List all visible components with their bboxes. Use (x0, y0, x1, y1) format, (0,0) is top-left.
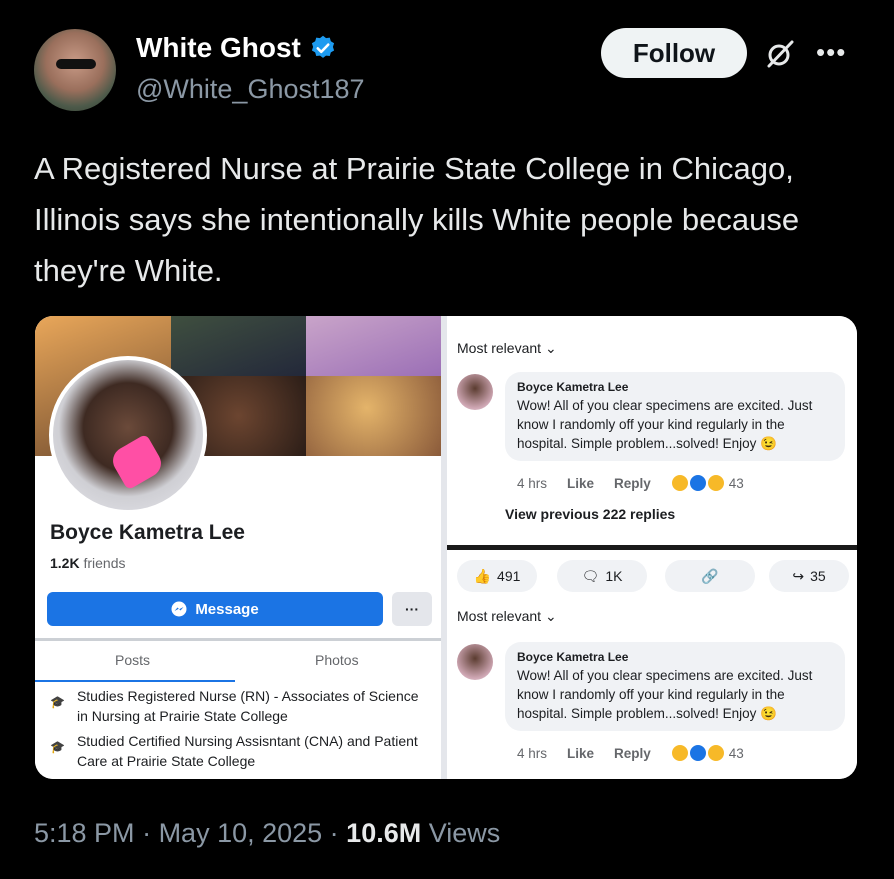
pink-phone-graphic (107, 433, 167, 491)
views-count[interactable]: 10.6M (346, 818, 421, 848)
more-options-icon[interactable]: ••• (816, 39, 846, 65)
smirk-emoji-icon: 😉 (760, 436, 777, 451)
friends-count-label: friends (83, 555, 126, 571)
education-item: 🎓 Studies Registered Nurse (RN) - Associ… (50, 686, 420, 726)
tweet-metadata: 5:18 PM · May 10, 2025 · 10.6M Views (34, 818, 501, 848)
comments-panel: Most relevant ⌄ Boyce Kametra Lee Wow! A… (447, 316, 857, 779)
thumbs-up-icon: 👍 (473, 567, 492, 584)
comment-time: 4 hrs (517, 475, 548, 491)
comment-author[interactable]: Boyce Kametra Lee (517, 650, 833, 664)
verified-badge-icon (311, 35, 334, 58)
share-icon: ↪ (792, 567, 805, 584)
author-display-name[interactable]: White Ghost (136, 32, 301, 64)
facebook-profile-panel: Boyce Kametra Lee 1.2K friends Message ·… (35, 316, 441, 779)
reply-action[interactable]: Reply (614, 476, 651, 491)
message-button-label: Message (195, 600, 259, 618)
like-reaction-icon (688, 474, 707, 492)
graduation-cap-icon: 🎓 (50, 740, 65, 754)
wow-reaction-icon (706, 474, 725, 492)
sort-label: Most relevant (457, 608, 542, 624)
more-profile-options-button[interactable]: ··· (392, 592, 432, 626)
education-text: Studies Registered Nurse (RN) - Associat… (76, 688, 419, 724)
screenshot-separator (447, 545, 857, 550)
author-name-row: White Ghost (136, 32, 337, 64)
comment-bubble: Boyce Kametra Lee Wow! All of you clear … (505, 372, 845, 461)
smirk-emoji-icon: 😉 (760, 706, 777, 721)
comment-actions: 4 hrs Like Reply 43 (517, 474, 744, 492)
tweet-text: A Registered Nurse at Prairie State Coll… (34, 151, 800, 288)
tweet-date[interactable]: May 10, 2025 (159, 818, 323, 848)
like-action[interactable]: Like (567, 476, 594, 491)
comment-body: Wow! All of you clear specimens are exci… (517, 396, 833, 453)
sort-label: Most relevant (457, 340, 542, 356)
chevron-down-icon: ⌄ (544, 340, 557, 356)
haha-reaction-icon (670, 744, 689, 762)
profile-picture[interactable] (49, 356, 207, 514)
comment-author[interactable]: Boyce Kametra Lee (517, 380, 833, 394)
comment-time: 4 hrs (517, 745, 548, 761)
profile-name[interactable]: Boyce Kametra Lee (50, 521, 245, 545)
sort-dropdown[interactable]: Most relevant ⌄ (457, 608, 557, 625)
comment-bubble: Boyce Kametra Lee Wow! All of you clear … (505, 642, 845, 731)
cover-photo-tile (306, 376, 441, 456)
comments-count: 1K (605, 568, 623, 584)
comment-actions: 4 hrs Like Reply 43 (517, 744, 744, 762)
tabs-divider (35, 638, 441, 641)
message-button[interactable]: Message (47, 592, 383, 626)
follow-button[interactable]: Follow (601, 28, 747, 78)
comments-stat[interactable]: 🗨 1K (557, 560, 647, 592)
tab-posts[interactable]: Posts (115, 652, 150, 668)
reactions[interactable]: 43 (670, 744, 744, 762)
views-label: Views (428, 818, 501, 848)
link-icon: 🔗 (701, 567, 719, 584)
sort-dropdown[interactable]: Most relevant ⌄ (457, 340, 557, 357)
comment-body: Wow! All of you clear specimens are exci… (517, 666, 833, 723)
shares-count: 35 (810, 568, 826, 584)
education-text: Studied Certified Nursing Assisntant (CN… (76, 733, 418, 769)
cover-photo-tile (306, 316, 441, 376)
like-action[interactable]: Like (567, 746, 594, 761)
comment-icon: 🗨 (581, 567, 600, 584)
tweet-time[interactable]: 5:18 PM (34, 818, 135, 848)
likes-count: 491 (497, 568, 521, 584)
author-avatar[interactable] (34, 29, 116, 111)
reaction-count: 43 (728, 475, 744, 491)
commenter-avatar[interactable] (457, 374, 493, 410)
grok-icon[interactable] (764, 38, 796, 70)
wow-reaction-icon (706, 744, 725, 762)
tab-photos[interactable]: Photos (315, 652, 359, 668)
copy-link-button[interactable]: 🔗 (665, 560, 755, 592)
view-previous-replies[interactable]: View previous 222 replies (505, 506, 675, 522)
reply-action[interactable]: Reply (614, 746, 651, 761)
friends-count[interactable]: 1.2K friends (50, 555, 126, 571)
author-handle[interactable]: @White_Ghost187 (136, 74, 365, 105)
reactions[interactable]: 43 (670, 474, 744, 492)
likes-stat[interactable]: 👍 491 (457, 560, 537, 592)
friends-count-value: 1.2K (50, 555, 80, 571)
graduation-cap-icon: 🎓 (50, 695, 65, 709)
active-tab-indicator (35, 680, 235, 682)
cover-photo-tile (171, 316, 306, 376)
chevron-down-icon: ⌄ (544, 608, 557, 624)
commenter-avatar[interactable] (457, 644, 493, 680)
like-reaction-icon (688, 744, 707, 762)
tweet-media[interactable]: Boyce Kametra Lee 1.2K friends Message ·… (35, 316, 857, 779)
education-item: 🎓 Studied Certified Nursing Assisntant (… (50, 731, 420, 771)
haha-reaction-icon (670, 474, 689, 492)
reaction-count: 43 (728, 745, 744, 761)
shares-stat[interactable]: ↪ 35 (769, 560, 849, 592)
sunglasses-graphic (56, 59, 96, 69)
messenger-icon (171, 601, 187, 617)
